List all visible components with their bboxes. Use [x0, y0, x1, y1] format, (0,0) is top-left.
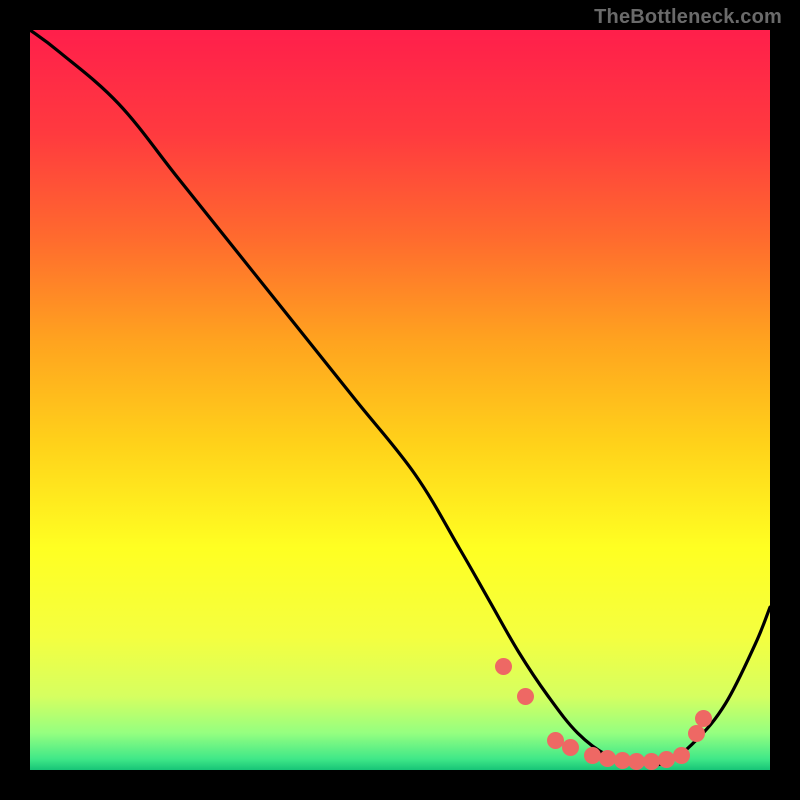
curve-marker	[695, 710, 712, 727]
plot-area	[30, 30, 770, 770]
curve-marker	[495, 658, 512, 675]
bottleneck-curve	[30, 30, 770, 770]
curve-marker	[673, 747, 690, 764]
curve-marker	[562, 739, 579, 756]
curve-marker	[517, 688, 534, 705]
curve-marker	[688, 725, 705, 742]
attribution-label: TheBottleneck.com	[594, 6, 782, 29]
chart-frame: TheBottleneck.com	[0, 0, 800, 800]
